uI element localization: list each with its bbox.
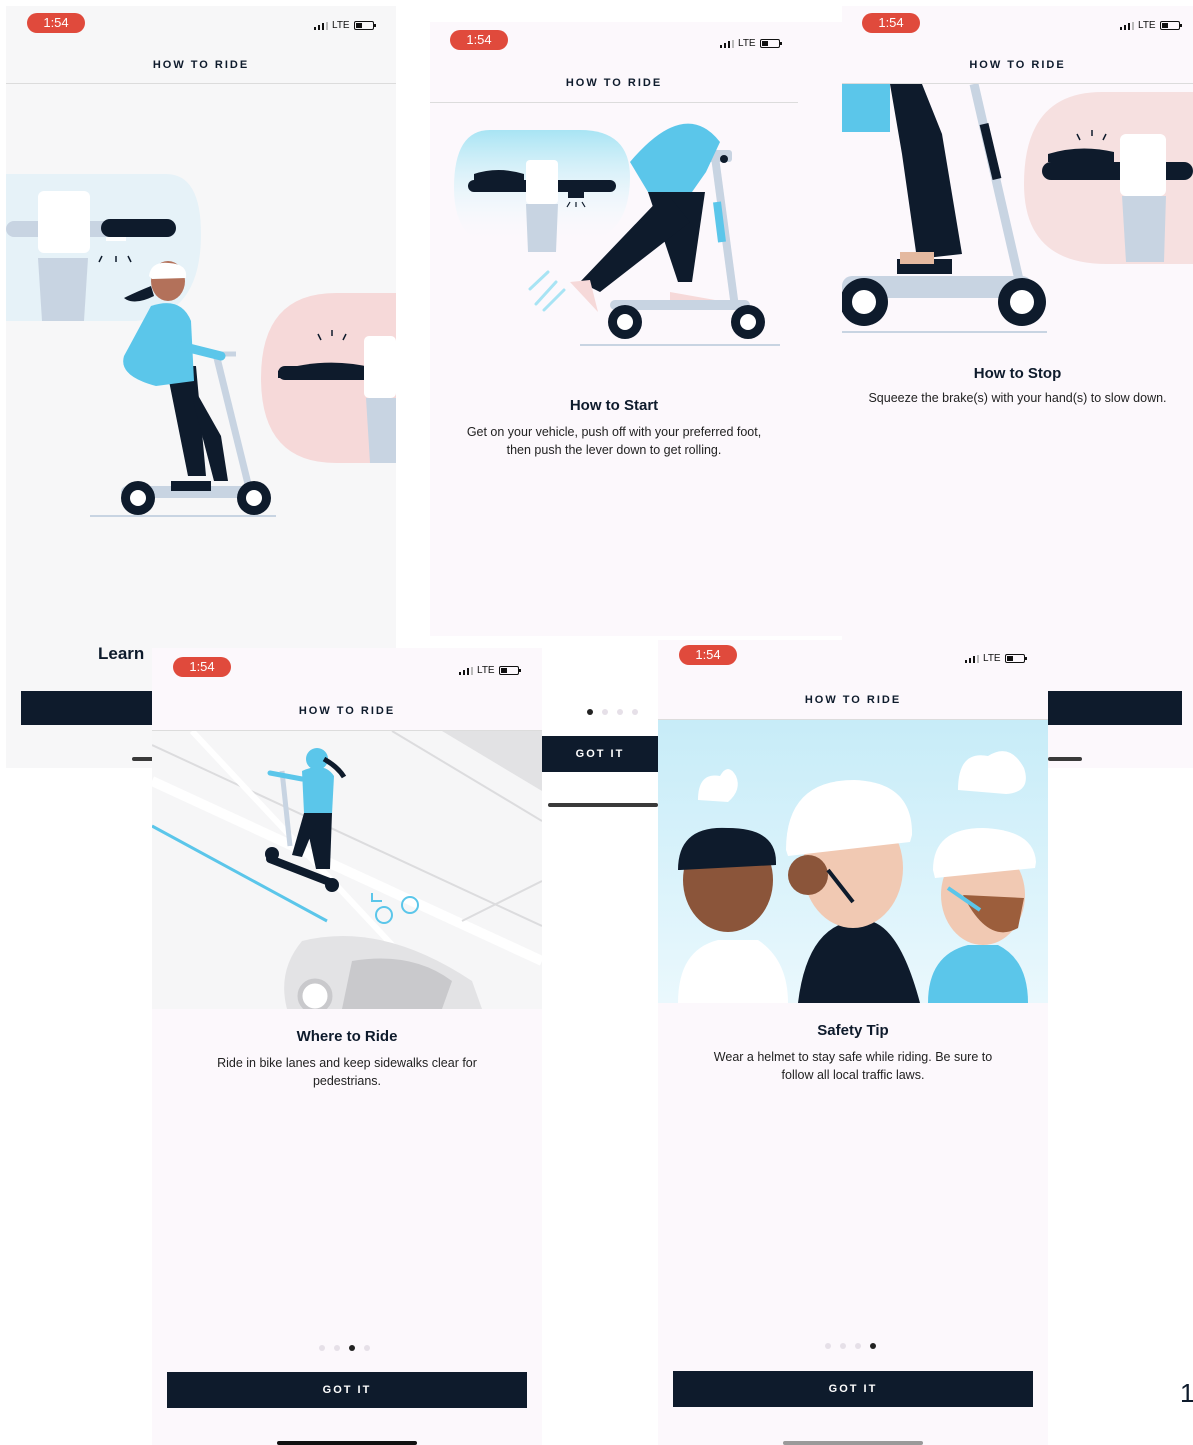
status-time: 1:54 [27, 13, 85, 33]
bike-lane-illustration [152, 731, 542, 1009]
home-indicator [1048, 757, 1082, 761]
signal-icon [965, 654, 979, 663]
got-it-button[interactable]: GOT IT [542, 736, 658, 772]
page-header: HOW TO RIDE [969, 59, 1066, 71]
network-label: LTE [332, 20, 350, 31]
screen-where-to-ride: 1:54 LTE HOW TO RIDE Where to Ride Ride [152, 648, 542, 1445]
battery-icon [759, 39, 782, 48]
page-description: Ride in bike lanes and keep sidewalks cl… [172, 1054, 522, 1090]
status-time: 1:54 [173, 657, 231, 677]
signal-icon [459, 666, 473, 675]
status-time: 1:54 [862, 13, 920, 33]
description-line: Ride in bike lanes and keep sidewalks cl… [217, 1056, 477, 1070]
home-indicator [783, 1441, 923, 1445]
page-title: How to Stop [973, 365, 1062, 382]
page-dot [855, 1343, 861, 1349]
home-indicator [277, 1441, 417, 1445]
page-description: Squeeze the brake(s) with your hand(s) t… [868, 391, 1167, 405]
page-dot-active [870, 1343, 876, 1349]
scooter-start-illustration [454, 123, 780, 346]
page-header: HOW TO RIDE [152, 59, 250, 71]
battery-icon [1159, 21, 1182, 30]
got-it-button[interactable]: GOT IT [167, 1372, 527, 1408]
signal-icon [314, 21, 328, 30]
description-line: Get on your vehicle, push off with your … [466, 425, 762, 439]
page-dot [632, 709, 638, 715]
status-time: 1:54 [450, 30, 508, 50]
battery-icon [498, 666, 521, 675]
header-divider [6, 83, 396, 84]
page-title: Safety Tip [817, 1022, 889, 1039]
status-indicators: LTE [459, 665, 521, 676]
page-title: How to Start [569, 397, 659, 414]
page-indicator [319, 1345, 370, 1351]
page-indicator [825, 1343, 876, 1349]
signal-icon [720, 39, 734, 48]
screen-safety-tip: 1:54 LTE HOW TO RIDE Safety Tip Wear a h… [658, 640, 1048, 1445]
page-dot [587, 709, 593, 715]
page-title: Where to Ride [296, 1028, 398, 1045]
page-description: Wear a helmet to stay safe while riding.… [678, 1048, 1028, 1084]
got-it-button[interactable]: GOT IT [673, 1371, 1033, 1407]
page-indicator [587, 709, 638, 715]
page-dot [602, 709, 608, 715]
description-line: pedestrians. [312, 1074, 382, 1088]
network-label: LTE [738, 38, 756, 49]
description-line: then push the lever down to get rolling. [506, 443, 722, 457]
got-it-button[interactable] [1048, 691, 1182, 725]
network-label: LTE [983, 653, 1001, 664]
page-dot [364, 1345, 370, 1351]
screen-how-to-start: 1:54 LTE HOW TO RIDE How to Start Get on… [430, 22, 842, 636]
status-time: 1:54 [679, 645, 737, 665]
status-indicators: LTE [720, 38, 782, 49]
battery-icon [1004, 654, 1027, 663]
network-label: LTE [477, 665, 495, 676]
network-label: LTE [1138, 20, 1156, 31]
scooter-rider-illustration [6, 174, 396, 517]
page-number: 1 [1180, 1378, 1193, 1408]
description-line: Wear a helmet to stay safe while riding.… [713, 1050, 993, 1064]
page-header: HOW TO RIDE [804, 694, 902, 706]
status-indicators: LTE [965, 653, 1027, 664]
status-indicators: LTE [314, 20, 376, 31]
page-dot [617, 709, 623, 715]
page-dot [319, 1345, 325, 1351]
page-header: HOW TO RIDE [298, 705, 396, 717]
page-dot [825, 1343, 831, 1349]
page-dot-active [349, 1345, 355, 1351]
home-indicator [548, 803, 658, 807]
screen-behind: GOT IT [542, 690, 658, 820]
page-dot [334, 1345, 340, 1351]
battery-icon [353, 21, 376, 30]
description-line: follow all local traffic laws. [781, 1068, 925, 1082]
page-description: Get on your vehicle, push off with your … [450, 423, 778, 459]
status-indicators: LTE [1120, 20, 1182, 31]
page-dot [840, 1343, 846, 1349]
page-title: Learn [98, 644, 145, 663]
helmets-illustration [658, 720, 1048, 1003]
signal-icon [1120, 21, 1134, 30]
page-header: HOW TO RIDE [565, 77, 663, 89]
scooter-stop-illustration [842, 84, 1193, 333]
